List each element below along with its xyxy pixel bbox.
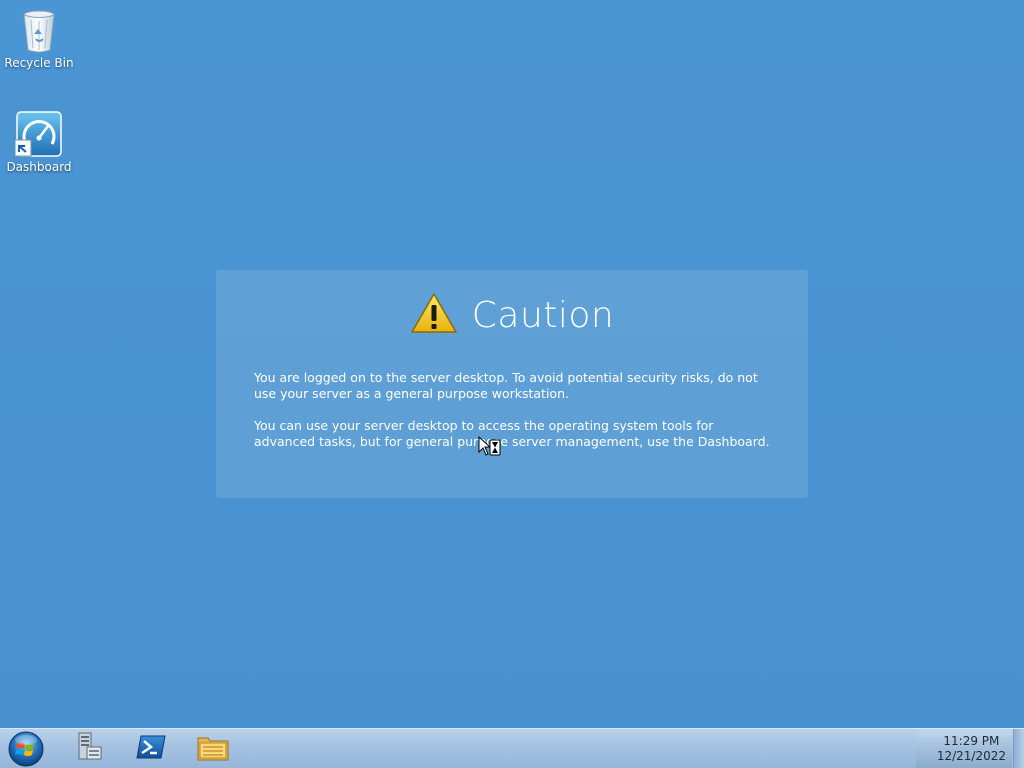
taskbar-file-explorer-button[interactable] xyxy=(188,731,238,767)
file-explorer-icon xyxy=(196,732,230,766)
taskbar-server-manager-button[interactable] xyxy=(64,731,114,767)
taskbar-clock[interactable]: 11:29 PM 12/21/2022 xyxy=(937,734,1006,764)
taskbar: 11:29 PM 12/21/2022 xyxy=(0,728,1024,768)
clock-time: 11:29 PM xyxy=(943,734,1000,748)
recycle-bin-icon xyxy=(15,6,63,54)
desktop[interactable]: Recycle Bin Dashboard Caution You are lo… xyxy=(0,0,1024,728)
server-manager-icon xyxy=(73,731,105,767)
caution-paragraph: You can use your server desktop to acces… xyxy=(254,418,770,449)
caution-title: Caution xyxy=(471,294,615,336)
windows-start-icon xyxy=(6,731,46,768)
desktop-icon-label: Recycle Bin xyxy=(4,56,74,70)
caution-panel: Caution You are logged on to the server … xyxy=(216,270,808,498)
notification-area: 11:29 PM 12/21/2022 xyxy=(916,729,1012,768)
dashboard-icon xyxy=(14,110,63,158)
powershell-icon xyxy=(136,734,166,764)
caution-header: Caution xyxy=(216,292,808,338)
warning-icon xyxy=(410,292,458,338)
taskbar-powershell-button[interactable] xyxy=(126,731,176,767)
desktop-icon-dashboard[interactable]: Dashboard xyxy=(0,110,78,174)
desktop-icon-label: Dashboard xyxy=(6,160,72,174)
desktop-icon-recycle-bin[interactable]: Recycle Bin xyxy=(0,6,78,70)
clock-date: 12/21/2022 xyxy=(936,749,1006,763)
mouse-cursor-icon xyxy=(478,435,502,458)
start-button[interactable] xyxy=(6,730,46,768)
caution-paragraph: You are logged on to the server desktop.… xyxy=(254,370,758,401)
show-desktop-button[interactable] xyxy=(1013,729,1024,768)
